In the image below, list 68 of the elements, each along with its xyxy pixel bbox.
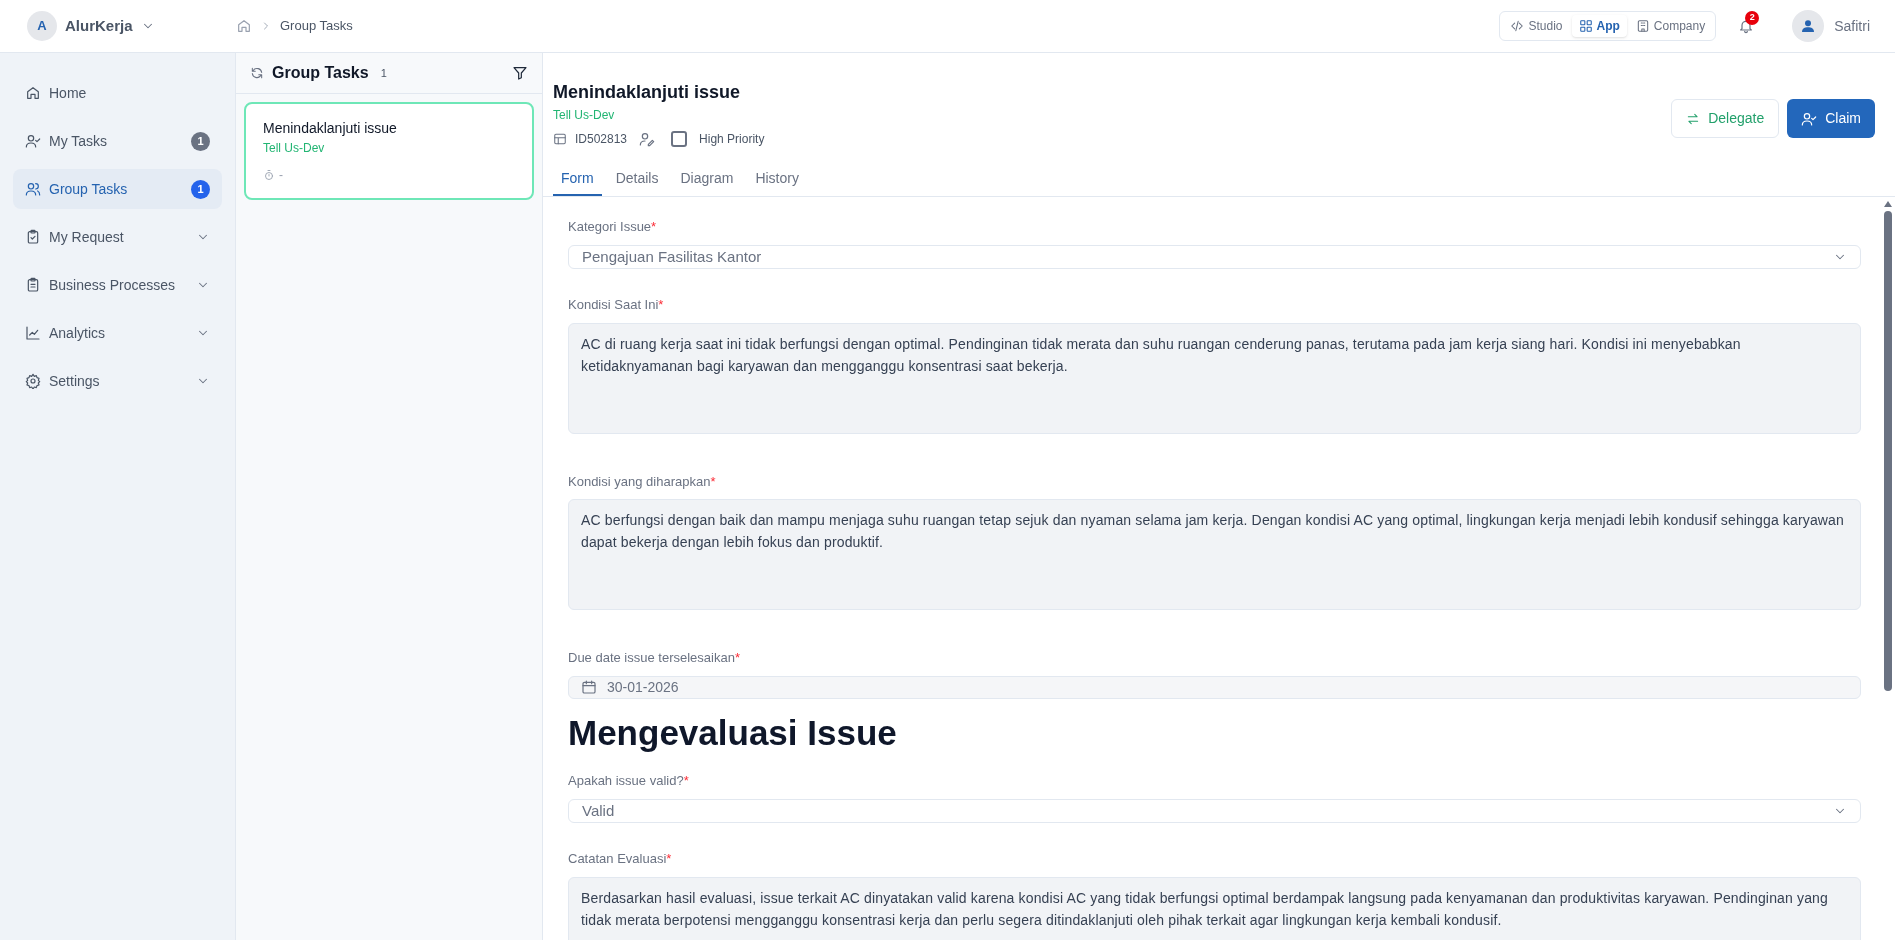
select-field[interactable]: Pengajuan Fasilitas Kantor — [568, 244, 1861, 269]
app-name[interactable]: AlurKerja — [65, 14, 133, 38]
sidebar-item[interactable]: My Tasks 1 — [13, 121, 222, 161]
breadcrumb-item[interactable]: Group Tasks — [280, 16, 353, 36]
field-label: Kategori Issue* — [568, 218, 657, 236]
sidebar-item[interactable]: Group Tasks 1 — [13, 169, 222, 209]
notification-badge: 2 — [1745, 11, 1760, 25]
task-title: Menindaklanjuti issue — [263, 119, 397, 138]
home-icon[interactable] — [236, 18, 252, 34]
tab[interactable]: Form — [553, 162, 602, 196]
panel-title: Group Tasks — [272, 63, 369, 83]
claim-button[interactable]: Claim — [1787, 99, 1875, 138]
building-icon — [1635, 19, 1650, 33]
count-badge: 1 — [191, 131, 210, 151]
mode-tab[interactable]: Company — [1628, 15, 1713, 37]
tab[interactable]: Diagram — [672, 162, 742, 196]
settings-icon — [25, 373, 41, 389]
sidebar-item[interactable]: Home — [13, 73, 222, 113]
sidebar-item[interactable]: Settings — [13, 361, 222, 401]
task-card[interactable]: Menindaklanjuti issue Tell Us-Dev - — [244, 102, 534, 200]
field-label: Kondisi yang diharapkan* — [568, 472, 716, 491]
task-id: ID502813 — [575, 131, 628, 148]
section-heading: Mengevaluasi Issue — [568, 711, 897, 754]
select-field[interactable]: Valid — [568, 798, 1861, 823]
due-time: - — [279, 167, 283, 184]
bell-icon[interactable] — [1738, 18, 1755, 34]
user-name[interactable]: Safitri — [1834, 15, 1870, 37]
sidebar-item[interactable]: Business Processes — [13, 265, 222, 305]
clipboard-list-icon — [25, 277, 41, 293]
text-area[interactable]: Berdasarkan hasil evaluasi, issue terkait AC dinyatakan valid karena kondisi AC yang tidak berfungsi optimal berdampak langsung pada kenyamanan dan produktivitas karyawan. Pendinginan yang tidak merata berpotensi mengganggu konsentrasi kerja dan perlu segera ditindaklanjuti oleh pihak terkait agar lingkungan kerja kembali kondusif. — [568, 876, 1861, 940]
text-area[interactable]: AC di ruang kerja saat ini tidak berfungsi dengan optimal. Pendinginan tidak merata dan suhu ruangan cenderung panas, terutama pada jam kerja siang hari. Kondisi ini menyebabkan ketidaknyamanan bagi karyawan dan mengganggu konsentrasi saat bekerja. — [568, 322, 1861, 434]
timer-icon — [263, 169, 275, 181]
mode-tab[interactable]: Studio — [1503, 15, 1570, 37]
sidebar-item[interactable]: Analytics — [13, 313, 222, 353]
user-check-icon — [1801, 110, 1818, 127]
task-heading: Menindaklanjuti issue — [553, 81, 741, 104]
task-subtitle: Tell Us-Dev — [553, 107, 615, 124]
tab[interactable]: History — [747, 162, 807, 196]
field-label: Catatan Evaluasi* — [568, 850, 672, 868]
checkbox[interactable] — [671, 131, 688, 147]
code-icon — [1510, 19, 1525, 33]
tab[interactable]: Details — [607, 162, 667, 196]
app-avatar: A — [27, 11, 57, 41]
checkbox-label: High Priority — [699, 131, 765, 148]
user-edit-icon[interactable] — [639, 131, 656, 147]
mode-tab[interactable]: App — [1571, 15, 1627, 37]
count-badge: 1 — [191, 179, 210, 199]
date-field[interactable]: 30-01-2026 — [568, 675, 1861, 699]
users-icon — [25, 181, 41, 197]
field-label: Apakah issue valid?* — [568, 772, 689, 790]
scrollbar-thumb[interactable] — [1884, 211, 1892, 691]
sidebar-item[interactable]: My Request — [13, 217, 222, 257]
grid-icon — [1578, 19, 1593, 33]
user-avatar[interactable] — [1792, 10, 1825, 42]
task-count: 1 — [380, 65, 387, 81]
user-check-icon — [25, 133, 41, 149]
refresh-icon[interactable] — [250, 66, 264, 80]
field-label: Kondisi Saat Ini* — [568, 296, 664, 314]
delegate-button[interactable]: Delegate — [1671, 99, 1780, 138]
table-icon — [553, 132, 567, 146]
field-label: Due date issue terselesaikan* — [568, 649, 740, 667]
calendar-icon — [581, 679, 597, 695]
text-area[interactable]: AC berfungsi dengan baik dan mampu menjaga suhu ruangan tetap sejuk dan nyaman selama jam kerja. Dengan kondisi AC yang optimal, lingkungan kerja menjadi lebih kondusif sehingga karyawan dapat bekerja dengan lebih fokus dan produktif. — [568, 499, 1861, 610]
home-icon — [25, 85, 41, 101]
clipboard-check-icon — [25, 229, 41, 245]
task-subtitle: Tell Us-Dev — [263, 140, 325, 157]
filter-icon[interactable] — [512, 65, 528, 81]
line-chart-icon — [25, 325, 41, 341]
